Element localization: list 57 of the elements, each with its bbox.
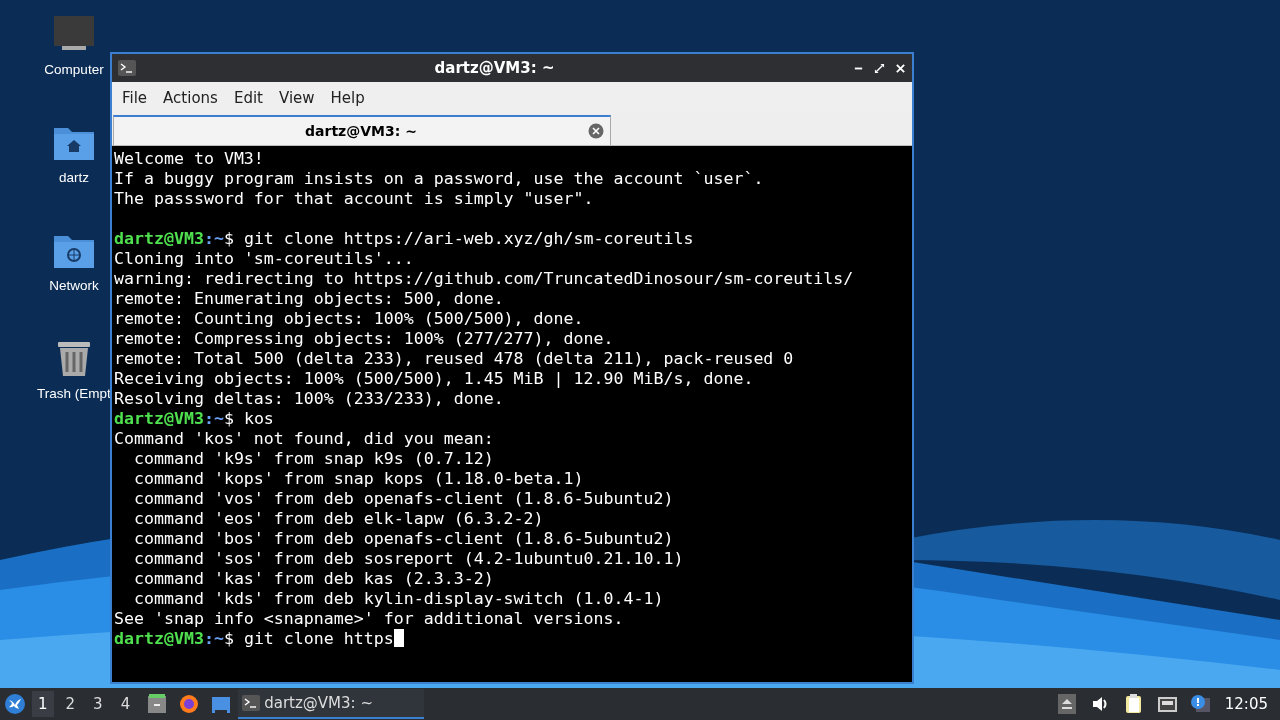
output-line: command 'kds' from deb kylin-display-switch (1.0.4-1) [132, 589, 664, 608]
output-line: If a buggy program insists on a password, use the account `user`. [114, 169, 764, 188]
close-button[interactable] [895, 62, 906, 74]
menu-item[interactable]: Actions [157, 86, 224, 109]
menu-item[interactable]: View [272, 86, 321, 109]
terminal-icon [242, 695, 261, 711]
output-line: Receiving objects: 100% (500/500), 1.45 MiB | 12.90 MiB/s, done. [114, 369, 754, 388]
alert-icon[interactable] [1189, 693, 1211, 715]
output-line: command 'bos' from deb openafs-client (1.8.6-5ubuntu2) [132, 529, 674, 548]
output-line: command 'sos' from deb sosreport (4.2-1ubuntu0.21.10.1) [132, 549, 684, 568]
desktop-icon-label[interactable]: Trash (Empt [37, 386, 111, 401]
command-text: $ git clone https [223, 629, 394, 648]
clock[interactable]: 12:05 [1224, 695, 1268, 713]
workspace-button[interactable]: 3 [87, 691, 109, 717]
prompt-user-host: dartz@VM3 [114, 409, 204, 428]
file-cabinet-icon[interactable] [146, 693, 169, 715]
output-line: Resolving deltas: 100% (233/233), done. [114, 389, 504, 408]
workspace-button[interactable]: 2 [59, 691, 82, 717]
window-title: dartz@VM3: ~ [433, 59, 556, 77]
menu-item[interactable]: File [116, 86, 154, 109]
command-text: $ git clone https://ari-web.xyz/gh/sm-coreutils [223, 229, 694, 248]
eject-icon[interactable] [1057, 693, 1079, 715]
output-line: The passsword for that account is simply "user". [114, 189, 594, 208]
output-line: command 'eos' from deb elk-lapw (6.3.2-2) [132, 509, 544, 528]
output-line: Command 'kos' not found, did you mean: [114, 429, 494, 448]
output-line: command 'vos' from deb openafs-client (1.8.6-5ubuntu2) [132, 489, 674, 508]
output-line: remote: Total 500 (delta 233), reused 478 (delta 211), pack-reused 0 [114, 349, 794, 368]
close-icon[interactable] [588, 123, 604, 139]
maximize-button[interactable] [874, 62, 885, 74]
start-menu-button[interactable] [4, 693, 26, 715]
output-line: remote: Enumerating objects: 500, done. [114, 289, 504, 308]
workspace-button[interactable]: 1 [32, 691, 54, 717]
command-text: $ kos [223, 409, 274, 428]
prompt-user-host: dartz@VM3 [114, 629, 204, 648]
output-line: remote: Counting objects: 100% (500/500), done. [114, 309, 584, 328]
prompt-path: :~ [203, 409, 224, 428]
taskbar-task[interactable]: dartz@VM3: ~ [238, 689, 425, 719]
output-line: command 'k9s' from snap k9s (0.7.12) [132, 449, 494, 468]
output-line: warning: redirecting to https://github.com/TruncatedDinosour/sm-coreutils/ [114, 269, 854, 288]
tab[interactable]: dartz@VM3: ~ [113, 115, 611, 145]
browser-icon[interactable] [178, 693, 201, 715]
prompt-path: :~ [203, 629, 224, 648]
workspace-button[interactable]: 4 [114, 691, 137, 717]
menu-item[interactable]: Edit [227, 86, 269, 109]
output-line: command 'kas' from deb kas (2.3.3-2) [132, 569, 494, 588]
output-line: remote: Compressing objects: 100% (277/277), done. [114, 329, 614, 348]
desktop-icon-label[interactable]: dartz [59, 170, 89, 185]
desktop-icon-label[interactable]: Computer [44, 62, 104, 77]
terminal-icon [118, 60, 136, 76]
prompt-path: :~ [203, 229, 224, 248]
output-line: Cloning into 'sm-coreutils'... [114, 249, 414, 268]
output-line: See 'snap info <snapname>' for additional versions. [114, 609, 624, 628]
menu-item[interactable]: Help [324, 86, 371, 109]
output-line: command 'kops' from snap kops (1.18.0-beta.1) [132, 469, 584, 488]
desktop-icon-label[interactable]: Network [49, 278, 99, 293]
prompt-user-host: dartz@VM3 [114, 229, 204, 248]
output-line: Welcome to VM3! [114, 149, 264, 168]
